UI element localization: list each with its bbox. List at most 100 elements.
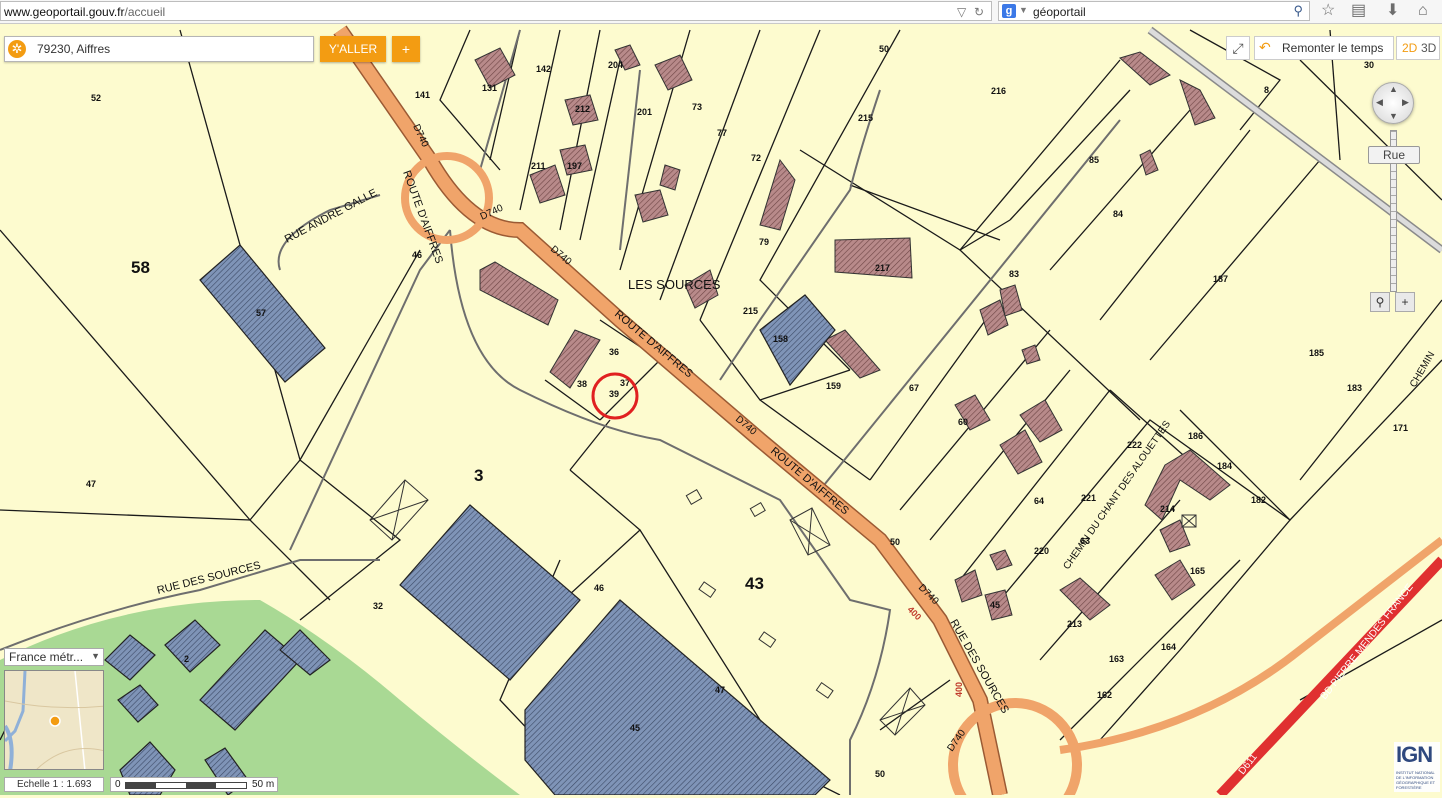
go-button[interactable]: Y'ALLER [320, 36, 386, 62]
undo-arrow-icon: ↶ [1259, 39, 1271, 55]
parcel-number: 79 [759, 237, 769, 247]
parcel-number: 215 [858, 113, 873, 123]
parcel-number: 204 [608, 60, 623, 70]
zoom-level-label[interactable]: Rue [1368, 146, 1420, 164]
overview-minimap[interactable] [4, 670, 104, 770]
minimap-layer-select[interactable]: France métr... ▼ [4, 648, 104, 666]
parcel-number: 164 [1161, 642, 1176, 652]
parcel-number: 215 [743, 306, 758, 316]
scalebar-graphic [125, 782, 247, 789]
parcel-number: 162 [1097, 690, 1112, 700]
parcel-number: 182 [1251, 495, 1266, 505]
section-label: 58 [131, 258, 150, 277]
parcel-number: 171 [1393, 423, 1408, 433]
parcel-number: 186 [1188, 431, 1203, 441]
parcel-number: 63 [1080, 536, 1090, 546]
fullscreen-button[interactable]: ⤢ [1226, 36, 1250, 60]
zoom-out-button[interactable]: ⚲ [1370, 292, 1390, 312]
parcel-number: 197 [567, 161, 582, 171]
section-label: 3 [474, 466, 483, 485]
parcel-number: 50 [875, 769, 885, 779]
mode-2d-button[interactable]: 2D [1402, 37, 1417, 59]
ign-logo-subtitle: INSTITUT NATIONAL DE L'INFORMATION GÉOGR… [1396, 770, 1436, 790]
url-host: www.geoportail.gouv.fr [4, 5, 125, 19]
magnifier-icon: ⚲ [1375, 295, 1385, 309]
browser-toolbar: www.geoportail.gouv.fr/accueil ▽ ↻ g ▼ g… [0, 0, 1442, 24]
parcel-number: 36 [609, 347, 619, 357]
map-canvas[interactable]: RUE ANDRE GALLE ROUTE D'AIFFRES ROUTE D'… [0, 24, 1442, 798]
parcel-number: 52 [91, 93, 101, 103]
parcel-number: 73 [692, 102, 702, 112]
bookmarks-list-icon[interactable]: ▤ [1351, 2, 1366, 20]
parcel-number: 83 [1009, 269, 1019, 279]
google-icon[interactable]: g [1002, 4, 1016, 18]
parcel-number: 57 [256, 308, 266, 318]
parcel-number: 77 [717, 128, 727, 138]
parcel-number: 47 [715, 685, 725, 695]
parcel-number: 85 [1089, 155, 1099, 165]
address-bar[interactable]: www.geoportail.gouv.fr/accueil ▽ ↻ [0, 1, 992, 21]
reload-icon[interactable]: ↻ [974, 5, 984, 19]
parcel-number: 39 [609, 389, 619, 399]
parcel-number: 221 [1081, 493, 1096, 503]
pan-left-icon[interactable]: ◀ [1376, 98, 1383, 107]
parcel-number: 50 [890, 537, 900, 547]
parcel-number: 141 [415, 90, 430, 100]
geolocate-icon[interactable]: ✲ [8, 40, 26, 58]
layer-select-value: France métr... [9, 650, 84, 664]
parcel-number: 46 [412, 250, 422, 260]
zoom-in-button[interactable]: + [1395, 292, 1415, 312]
section-label: 43 [745, 574, 764, 593]
time-travel-button[interactable]: ↶ Remonter le temps [1254, 36, 1394, 60]
scalebar-end: 50 m [252, 779, 275, 790]
pan-down-icon[interactable]: ▼ [1389, 112, 1398, 121]
parcel-number: 212 [575, 104, 590, 114]
parcel-number: 47 [86, 479, 96, 489]
parcel-number: 185 [1309, 348, 1324, 358]
parcel-number: 64 [1034, 496, 1044, 506]
parcel-number: 2 [184, 654, 189, 664]
parcel-number: 72 [751, 153, 761, 163]
dropdown-arrow-icon[interactable]: ▽ [957, 5, 966, 19]
scalebar-start: 0 [115, 779, 121, 790]
pan-right-icon[interactable]: ▶ [1402, 98, 1409, 107]
chevron-down-icon: ▼ [91, 651, 100, 661]
parcel-number: 213 [1067, 619, 1082, 629]
parcel-number: 183 [1347, 383, 1362, 393]
url-path: /accueil [124, 5, 166, 19]
location-search-input[interactable]: 79230, Aiffres [37, 42, 110, 56]
crosshair-icon: + [1401, 295, 1409, 309]
more-options-button[interactable]: + [392, 36, 420, 62]
parcel-number: 159 [826, 381, 841, 391]
parcel-number: 211 [531, 161, 546, 171]
scale-text: Echelle 1 : 1.693 [17, 779, 92, 790]
engine-dropdown-icon[interactable]: ▼ [1019, 5, 1028, 15]
fullscreen-icon: ⤢ [1232, 40, 1244, 56]
url-text: www.geoportail.gouv.fr/accueil [4, 5, 165, 19]
search-icon[interactable]: ⚲ [1293, 3, 1303, 19]
parcel-number: 142 [536, 64, 551, 74]
scale-indicator: Echelle 1 : 1.693 [4, 777, 104, 792]
place-label: LES SOURCES [628, 277, 721, 292]
download-icon[interactable]: ⬇ [1386, 2, 1399, 20]
parcel-number: 217 [875, 263, 890, 273]
location-search-box[interactable]: ✲ 79230, Aiffres [4, 36, 314, 62]
pan-compass[interactable]: ▲ ▼ ◀ ▶ [1372, 82, 1414, 124]
parcel-number: 84 [1113, 209, 1123, 219]
time-travel-label: Remonter le temps [1282, 41, 1384, 55]
parcel-number: 131 [482, 83, 497, 93]
home-icon[interactable]: ⌂ [1418, 2, 1428, 20]
ign-logo[interactable]: IGN INSTITUT NATIONAL DE L'INFORMATION G… [1394, 742, 1440, 792]
parcel-number: 45 [990, 600, 1000, 610]
parcel-number: 60 [958, 417, 968, 427]
scale-bar: 0 50 m [110, 777, 278, 792]
pan-up-icon[interactable]: ▲ [1389, 85, 1398, 94]
parcel-number: 214 [1160, 504, 1175, 514]
parcel-number: 216 [991, 86, 1006, 96]
mode-3d-button[interactable]: 3D [1421, 37, 1436, 59]
bookmark-star-icon[interactable]: ☆ [1321, 2, 1335, 20]
parcel-number: 8 [1264, 85, 1269, 95]
parcel-number: 400 [954, 682, 964, 697]
browser-search-bar[interactable]: g ▼ géoportail ⚲ [998, 1, 1310, 21]
parcel-number: 158 [773, 334, 788, 344]
